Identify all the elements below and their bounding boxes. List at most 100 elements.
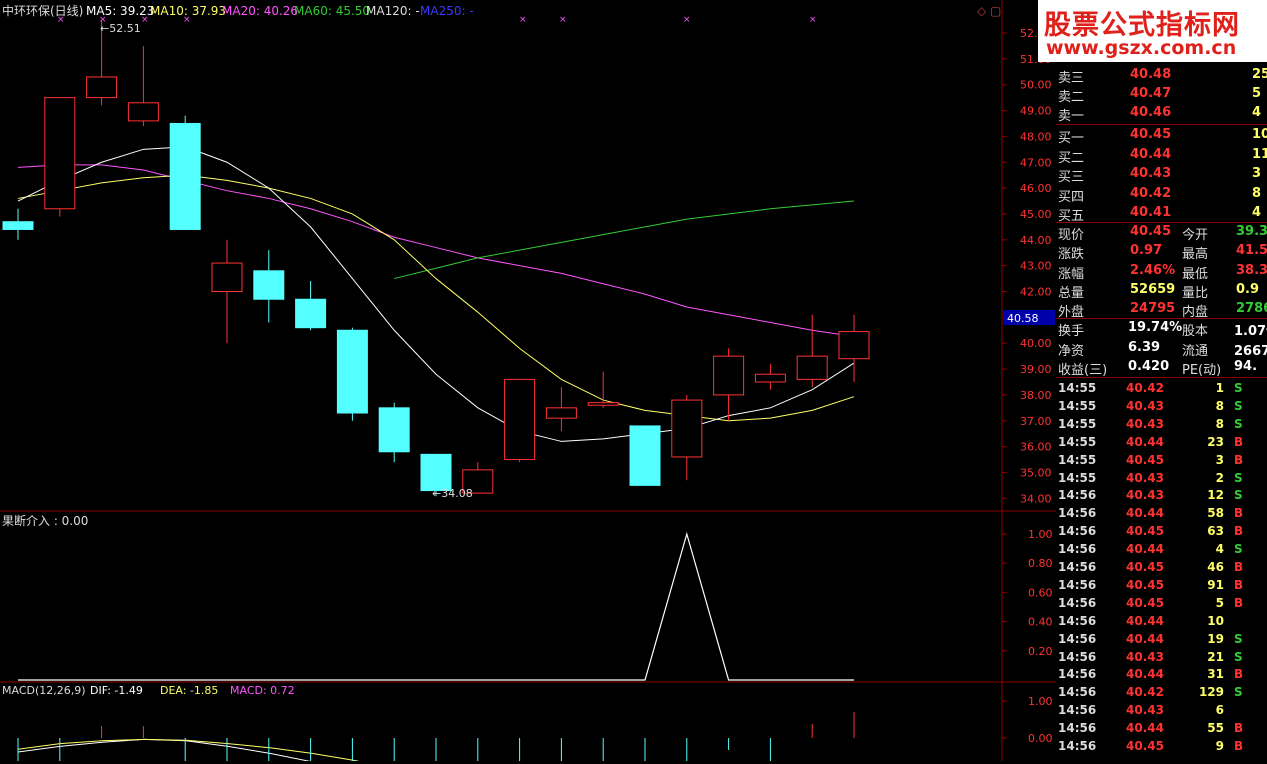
trade-side: B bbox=[1234, 577, 1244, 592]
macd-dea-line bbox=[17, 738, 375, 764]
trade-price: 40.42 bbox=[1126, 685, 1164, 700]
trade-row: 14:56 40.44 4 S bbox=[1056, 541, 1267, 559]
ma60-line bbox=[394, 200, 855, 280]
stat-label: PE(动) bbox=[1182, 363, 1222, 378]
ma20-label: MA20: 40.26 bbox=[222, 4, 298, 18]
trade-time: 14:56 bbox=[1058, 506, 1097, 521]
trade-time: 14:56 bbox=[1058, 542, 1097, 557]
trade-volume: 91 bbox=[1207, 577, 1224, 592]
trade-volume: 4 bbox=[1215, 542, 1224, 557]
stat-value: 52659 bbox=[1130, 281, 1176, 297]
trade-price: 40.45 bbox=[1126, 452, 1164, 467]
candle bbox=[211, 239, 243, 344]
trade-price: 40.44 bbox=[1126, 506, 1164, 521]
stat-label: 换手 bbox=[1058, 324, 1085, 339]
signal-mark: × bbox=[683, 15, 691, 25]
candle bbox=[378, 402, 410, 463]
stat-value: 1.07亿 bbox=[1234, 324, 1267, 339]
trade-time: 14:56 bbox=[1058, 595, 1097, 610]
stat-label: 总量 bbox=[1058, 285, 1085, 301]
trade-side: S bbox=[1234, 488, 1243, 503]
ma60-label: MA60: 45.50 bbox=[294, 4, 370, 18]
trade-volume: 58 bbox=[1207, 506, 1224, 521]
trade-side: B bbox=[1234, 595, 1244, 610]
trade-time: 14:55 bbox=[1058, 381, 1097, 395]
candle bbox=[629, 425, 661, 486]
macd-title: MACD(12,26,9) bbox=[2, 684, 86, 697]
stat-label: 量比 bbox=[1182, 285, 1209, 301]
trade-row: 14:55 40.45 3 B bbox=[1056, 452, 1267, 470]
signal-mark: × bbox=[183, 15, 191, 25]
square-icon[interactable]: ▢ bbox=[990, 4, 1001, 18]
ma20-line bbox=[17, 164, 855, 337]
trade-side: B bbox=[1234, 434, 1244, 449]
stat-label: 最低 bbox=[1182, 266, 1209, 282]
trade-row: 14:56 40.44 19 S bbox=[1056, 631, 1267, 649]
stat-row: 现价 40.45 今开 39.3 bbox=[1056, 223, 1267, 243]
trade-time: 14:56 bbox=[1058, 560, 1097, 574]
price-tick-label: 49.00 bbox=[1020, 105, 1052, 118]
trade-volume: 21 bbox=[1207, 649, 1224, 664]
price-tick-label: 37.00 bbox=[1020, 415, 1052, 428]
price-tick-label: 43.00 bbox=[1020, 260, 1052, 273]
trade-row: 14:56 40.43 12 S bbox=[1056, 487, 1267, 505]
kline-chart-svg[interactable]: 中环环保(日线) MA5: 39.23 MA10: 37.93 MA20: 40… bbox=[0, 0, 1056, 764]
indicator1-title: 果断介入 : 0.00 bbox=[2, 513, 88, 528]
price-tick-label: 40.00 bbox=[1020, 337, 1052, 350]
stat-value: 24795 bbox=[1130, 301, 1176, 317]
trade-side: S bbox=[1234, 542, 1243, 557]
trade-volume: 12 bbox=[1207, 488, 1224, 503]
quote-panel: 卖三 40.48 25 卖二 40.47 5 卖一 40.46 4 买一 40.45 10 买二 40.4… bbox=[1056, 0, 1267, 761]
trade-price: 40.43 bbox=[1126, 649, 1164, 664]
price-tick-label: 47.00 bbox=[1020, 156, 1052, 169]
buy-level-volume: 11 bbox=[1252, 146, 1267, 162]
trade-volume: 6 bbox=[1215, 703, 1224, 718]
signal-mark: × bbox=[141, 15, 149, 25]
trade-row: 14:55 40.43 8 S bbox=[1056, 398, 1267, 416]
macd-lines bbox=[17, 712, 855, 764]
sell-level-price: 40.48 bbox=[1130, 67, 1172, 82]
trade-row: 14:56 40.42 129 S bbox=[1056, 684, 1267, 702]
trade-time: 14:56 bbox=[1058, 721, 1097, 736]
trade-row: 14:56 40.44 55 B bbox=[1056, 720, 1267, 738]
trade-volume: 10 bbox=[1207, 613, 1224, 628]
stat-value: 94. bbox=[1234, 359, 1258, 374]
trade-time: 14:55 bbox=[1058, 434, 1097, 449]
trade-side: S bbox=[1234, 685, 1243, 700]
candle bbox=[127, 45, 159, 127]
trade-price: 40.43 bbox=[1126, 416, 1164, 431]
indicator1-axis: 1.00 0.80 0.60 0.40 0.20 bbox=[1002, 528, 1053, 658]
trade-time: 14:56 bbox=[1058, 577, 1097, 592]
stat-label: 最高 bbox=[1182, 247, 1209, 263]
trade-volume: 31 bbox=[1207, 667, 1224, 682]
kline-chart-area[interactable]: 中环环保(日线) MA5: 39.23 MA10: 37.93 MA20: 40… bbox=[0, 0, 1056, 764]
price-tick-label: 36.00 bbox=[1020, 441, 1052, 454]
buy-level-volume: 3 bbox=[1252, 166, 1262, 181]
trade-price: 40.45 bbox=[1126, 739, 1164, 753]
stat-row: 收益(三) 0.420 PE(动) 94. bbox=[1056, 358, 1267, 378]
trade-time: 14:55 bbox=[1058, 416, 1097, 431]
buy-level-row: 买二 40.44 11 bbox=[1056, 146, 1267, 166]
candle bbox=[2, 208, 34, 240]
trade-time: 14:56 bbox=[1058, 631, 1097, 646]
ma250-label: MA250: - bbox=[420, 4, 474, 18]
trade-volume: 19 bbox=[1207, 631, 1224, 646]
trade-volume: 3 bbox=[1215, 452, 1224, 467]
buy-level-price: 40.45 bbox=[1130, 127, 1172, 142]
diamond-icon[interactable]: ◇ bbox=[977, 4, 987, 18]
stat-value: 0.97 bbox=[1130, 243, 1163, 259]
sell-level-label: 卖一 bbox=[1058, 109, 1085, 124]
buy-level-row: 买三 40.43 3 bbox=[1056, 165, 1267, 185]
candle bbox=[545, 387, 577, 432]
buy-level-label: 买四 bbox=[1058, 189, 1085, 205]
trade-price: 40.45 bbox=[1126, 595, 1164, 610]
sell-level-label: 卖二 bbox=[1058, 90, 1085, 105]
trade-side: S bbox=[1234, 416, 1243, 431]
watermark-url: www.gszx.com.cn bbox=[1046, 37, 1237, 59]
buy-level-volume: 8 bbox=[1252, 185, 1262, 201]
trade-volume: 2 bbox=[1215, 470, 1224, 485]
sell-level-label: 卖三 bbox=[1058, 71, 1085, 86]
stat-label: 流通 bbox=[1182, 343, 1209, 359]
price-tick-label: 48.00 bbox=[1020, 130, 1052, 143]
sell-level-row: 卖三 40.48 25 bbox=[1056, 66, 1267, 86]
